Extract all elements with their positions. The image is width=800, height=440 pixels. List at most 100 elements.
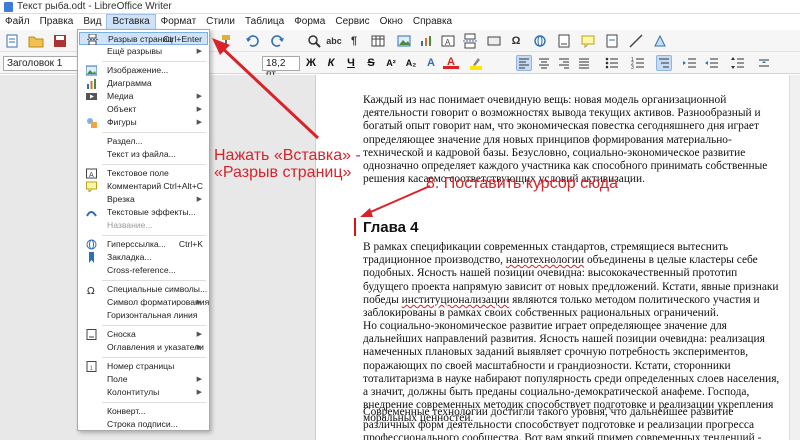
subscript-icon[interactable]: A₂ [403,55,419,71]
insert-menu-toc-index[interactable]: Оглавления и указатели ▶ [79,341,208,354]
redo-icon[interactable] [270,33,286,49]
footnote-icon [86,329,97,340]
line-spacing-icon[interactable] [730,55,746,71]
insert-menu-envelope[interactable]: Конверт... [79,405,208,418]
insert-menu-fontwork[interactable]: Текстовые эффекты... [79,206,208,219]
menu-table[interactable]: Таблица [240,14,289,30]
align-right-icon[interactable] [556,55,572,71]
submenu-arrow-icon: ▶ [196,196,202,203]
insert-menu-frame[interactable]: Врезка ▶ [79,193,208,206]
insert-table-icon[interactable] [370,33,386,49]
hyperlink-icon[interactable] [532,33,548,49]
save-icon[interactable] [52,33,68,49]
menu-format[interactable]: Формат [156,14,202,30]
insert-menu-hyperlink[interactable]: Гиперссылка... Ctrl+K [79,238,208,251]
submenu-arrow-icon: ▶ [196,48,202,55]
insert-menu-field[interactable]: Поле ▶ [79,373,208,386]
menu-tools[interactable]: Сервис [330,14,374,30]
insert-menu-footnote[interactable]: Сноска ▶ [79,328,208,341]
numbered-list-icon[interactable]: 123 [630,55,646,71]
insert-menu-cross-reference[interactable]: Cross-reference... [79,264,208,277]
font-size-select[interactable]: 18,2 пт [262,56,300,80]
insert-menu-page-number[interactable]: 1 Номер страницы [79,360,208,373]
insert-menu-horizontal-line[interactable]: Горизонтальная линия [79,309,208,322]
special-char-icon: Ω [86,284,97,297]
clear-formatting-icon[interactable]: A [423,55,439,71]
align-center-icon[interactable] [536,55,552,71]
clone-formatting-icon[interactable] [218,33,234,49]
insert-menu-header-footer[interactable]: Колонтитулы ▶ [79,386,208,399]
menu-edit[interactable]: Правка [35,14,79,30]
insert-menu-caption[interactable]: Название... [79,219,208,232]
insert-menu-formatting-mark[interactable]: Символ форматирования ▶ [79,296,209,309]
insert-menu-chart[interactable]: Диаграмма [79,77,208,90]
justify-icon[interactable] [576,55,592,71]
insert-menu-more-breaks[interactable]: Ещё разрывы ▶ [79,45,208,58]
insert-menu-section[interactable]: Раздел... [79,135,208,148]
undo-icon[interactable] [244,33,260,49]
strikethrough-icon[interactable]: S [363,55,379,71]
insert-menu-special-character[interactable]: Ω Специальные символы... [79,283,208,297]
italic-icon[interactable]: К [323,55,339,71]
menu-separator [102,402,206,403]
insert-menu-object[interactable]: Объект ▶ [79,103,208,116]
basic-shapes-icon[interactable] [652,33,668,49]
insert-menu-shapes[interactable]: Фигуры ▶ [79,116,208,129]
submenu-arrow-icon: ▶ [196,331,202,338]
menu-styles[interactable]: Стили [201,14,240,30]
image-icon [85,65,98,76]
font-color-icon[interactable]: A [443,55,459,71]
comment-icon [86,181,97,194]
insert-chart-icon[interactable] [418,33,434,49]
svg-text:A: A [89,172,94,179]
superscript-icon[interactable]: A² [383,55,399,71]
page-break-icon[interactable] [462,33,478,49]
insert-menu-text-from-file[interactable]: Текст из файла... [79,148,208,161]
menu-window[interactable]: Окно [375,14,408,30]
paragraph-spacing-icon[interactable] [756,55,772,71]
align-left-icon[interactable] [516,55,532,71]
writer-app-icon [4,2,13,12]
bulleted-list-icon[interactable] [604,55,620,71]
menu-view[interactable]: Вид [78,14,106,30]
menu-help[interactable]: Справка [408,14,457,30]
insert-menu-comment[interactable]: Комментарий Ctrl+Alt+C [79,180,208,194]
find-replace-icon[interactable] [306,33,322,49]
formatting-marks-icon[interactable]: ¶ [346,33,362,49]
underline-icon[interactable]: Ч [343,55,359,71]
menu-file[interactable]: Файл [0,14,35,30]
window-title: Текст рыба.odt - LibreOffice Writer [17,1,172,12]
submenu-arrow-icon: ▶ [196,344,202,351]
menu-form[interactable]: Форма [289,14,330,30]
draw-line-icon[interactable] [628,33,644,49]
insert-menu-media[interactable]: Медиа ▶ [79,90,208,103]
footnote-icon[interactable] [556,33,572,49]
highlight-color-icon[interactable] [468,55,484,71]
vertical-scrollbar[interactable] [789,75,800,440]
media-icon [86,91,97,102]
insert-menu-page-break[interactable]: Разрыв страниц Ctrl+Enter [79,32,208,46]
comment-icon[interactable] [580,33,596,49]
insert-menu-signature-line[interactable]: Строка подписи... [79,418,208,431]
track-changes-icon[interactable] [604,33,620,49]
submenu-arrow-icon: ▶ [196,376,202,383]
insert-image-icon[interactable] [396,33,412,49]
insert-menu-text-box[interactable]: A Текстовое поле [79,167,208,180]
open-folder-icon[interactable] [28,33,44,49]
submenu-arrow-icon: ▶ [196,389,202,396]
menu-insert[interactable]: Вставка [106,14,156,30]
submenu-arrow-icon: ▶ [196,93,202,100]
insert-field-icon[interactable] [486,33,502,49]
insert-menu-image[interactable]: Изображение... [79,64,208,77]
new-document-icon[interactable] [4,33,20,49]
paragraph-style-select[interactable]: Заголовок 1 [3,56,81,71]
decrease-indent-icon[interactable] [704,55,720,71]
insert-menu-bookmark[interactable]: Закладка... [79,251,208,264]
bold-icon[interactable]: Ж [303,55,319,71]
svg-text:3: 3 [631,65,634,71]
spelling-icon[interactable]: abc [326,33,342,49]
special-character-icon[interactable]: Ω [508,33,524,49]
outline-list-icon[interactable] [656,55,672,71]
insert-textbox-icon[interactable]: A [440,33,456,49]
increase-indent-icon[interactable] [682,55,698,71]
